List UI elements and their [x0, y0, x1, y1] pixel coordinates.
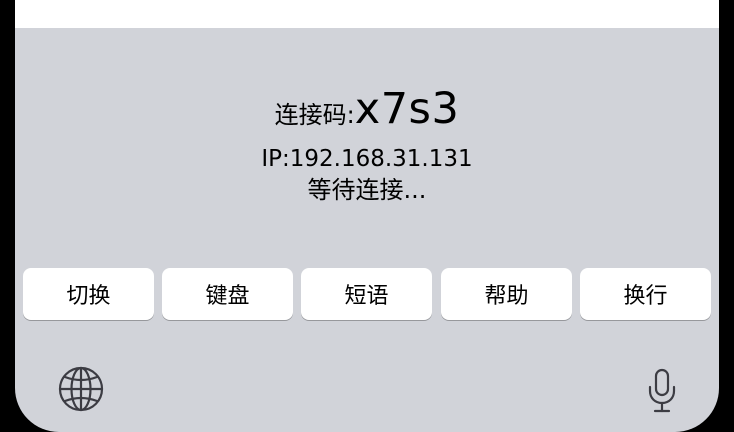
connection-code-label: 连接码: [274, 101, 355, 129]
connection-code-line: 连接码: x7s3 [15, 88, 719, 142]
connection-status: 连接码: x7s3 IP:192.168.31.131 等待连接... [15, 88, 719, 204]
newline-key[interactable]: 换行 [580, 268, 711, 320]
microphone-icon[interactable] [645, 367, 679, 415]
globe-icon[interactable] [57, 365, 105, 413]
connection-code-value: x7s3 [354, 84, 460, 134]
phrases-key[interactable]: 短语 [301, 268, 432, 320]
function-key-row: 切换 键盘 短语 帮助 换行 [23, 268, 711, 320]
ip-address: IP:192.168.31.131 [261, 146, 473, 172]
keyboard-key[interactable]: 键盘 [162, 268, 293, 320]
waiting-message: 等待连接... [307, 176, 427, 204]
screen: 连接码: x7s3 IP:192.168.31.131 等待连接... 切换 键盘… [0, 0, 734, 432]
switch-key[interactable]: 切换 [23, 268, 154, 320]
help-key[interactable]: 帮助 [441, 268, 572, 320]
custom-keyboard: 连接码: x7s3 IP:192.168.31.131 等待连接... 切换 键盘… [15, 28, 719, 432]
app-content-area [15, 0, 719, 28]
